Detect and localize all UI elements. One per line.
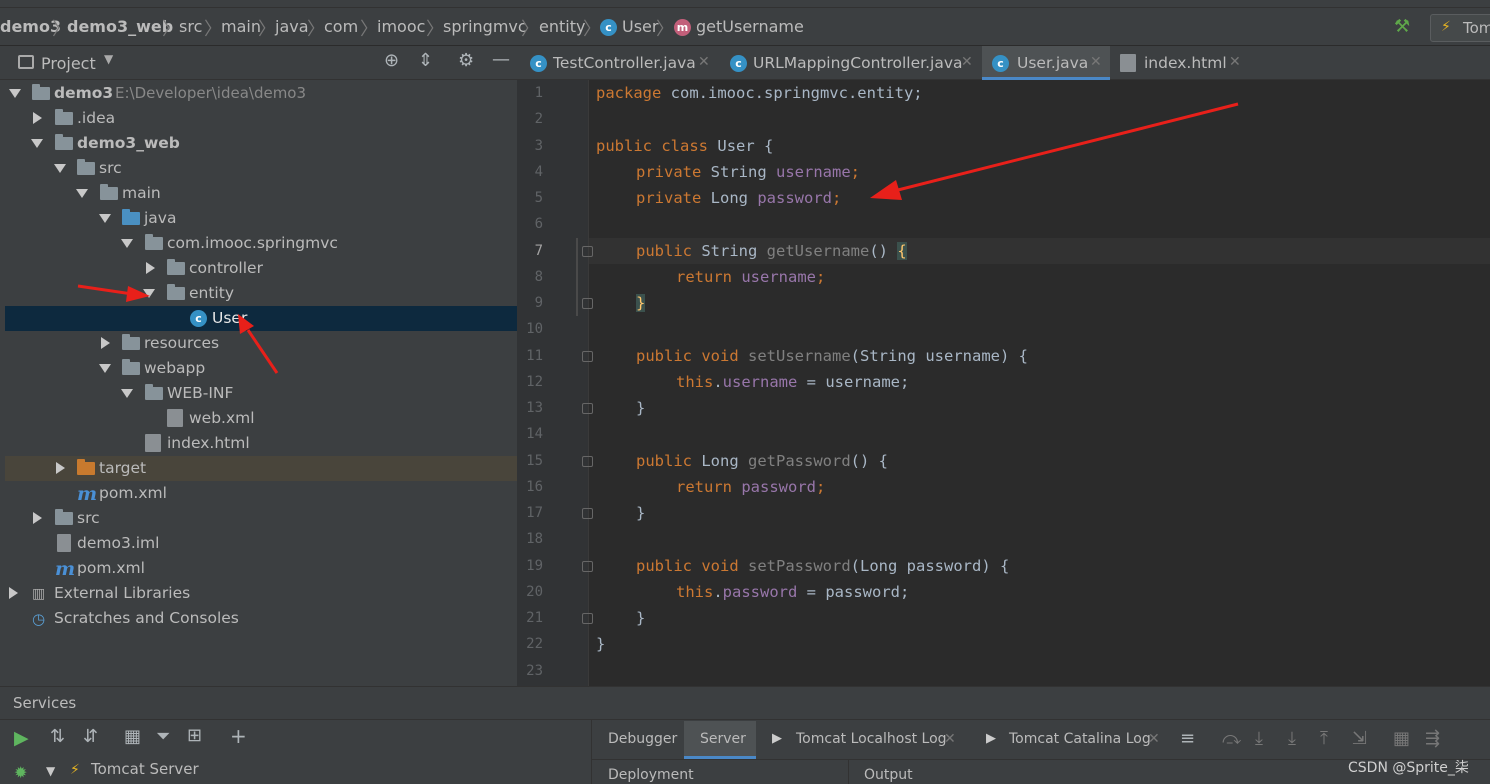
tab-label: Server <box>700 731 746 747</box>
debug-icon[interactable]: ✹ <box>14 763 27 782</box>
divider <box>0 719 1490 720</box>
divider <box>591 719 592 784</box>
tab-tomcat-catalina-log[interactable]: Tomcat Catalina Log <box>1009 731 1151 747</box>
filter-icon[interactable]: ⏷ <box>156 726 170 747</box>
expand-all-icon[interactable]: ⇅ <box>50 726 65 747</box>
close-icon[interactable]: ✕ <box>944 731 956 747</box>
tab-server-active[interactable]: Server <box>684 721 756 759</box>
arrow-to-user-class <box>238 314 279 374</box>
collapse-all-icon[interactable]: ⇵ <box>83 726 98 747</box>
output-column: Output <box>864 767 913 783</box>
close-icon[interactable]: ✕ <box>1148 731 1160 747</box>
add-icon[interactable]: + <box>230 724 247 748</box>
services-tree-item[interactable]: Tomcat Server <box>91 760 199 778</box>
new-tab-icon[interactable]: ⊞ <box>187 725 202 746</box>
log-icon: ▶ <box>986 731 996 746</box>
evaluate-icon[interactable]: ▦ <box>1393 728 1410 749</box>
expand-arrow-icon[interactable]: ▼ <box>46 764 55 778</box>
tab-tomcat-localhost-log[interactable]: Tomcat Localhost Log <box>796 731 947 747</box>
log-icon: ▶ <box>772 731 782 746</box>
trace-icon[interactable]: ⇶ <box>1425 728 1440 749</box>
menu-icon[interactable]: ≡ <box>1180 728 1195 749</box>
arrow-to-password-field <box>870 102 1239 200</box>
tab-debugger[interactable]: Debugger <box>608 731 677 747</box>
deployment-column: Deployment <box>608 767 694 783</box>
step-over-icon[interactable]: ⤼ <box>1222 728 1241 749</box>
force-step-into-icon[interactable]: ⤓ <box>1288 728 1296 749</box>
tomcat-icon: ⚡ <box>70 762 80 778</box>
annotation-arrows <box>77 102 1239 374</box>
divider <box>848 760 849 784</box>
run-icon[interactable]: ▶ <box>14 727 29 749</box>
watermark: CSDN @Sprite_柒 <box>1348 760 1469 776</box>
services-title: Services <box>13 694 77 712</box>
arrow-to-entity-package <box>77 284 150 302</box>
group-by-icon[interactable]: ▦ <box>124 726 141 747</box>
run-to-cursor-icon[interactable]: ⇲ <box>1352 728 1367 749</box>
step-into-icon[interactable]: ⤓ <box>1255 728 1263 749</box>
step-out-icon[interactable]: ⤒ <box>1320 728 1328 749</box>
